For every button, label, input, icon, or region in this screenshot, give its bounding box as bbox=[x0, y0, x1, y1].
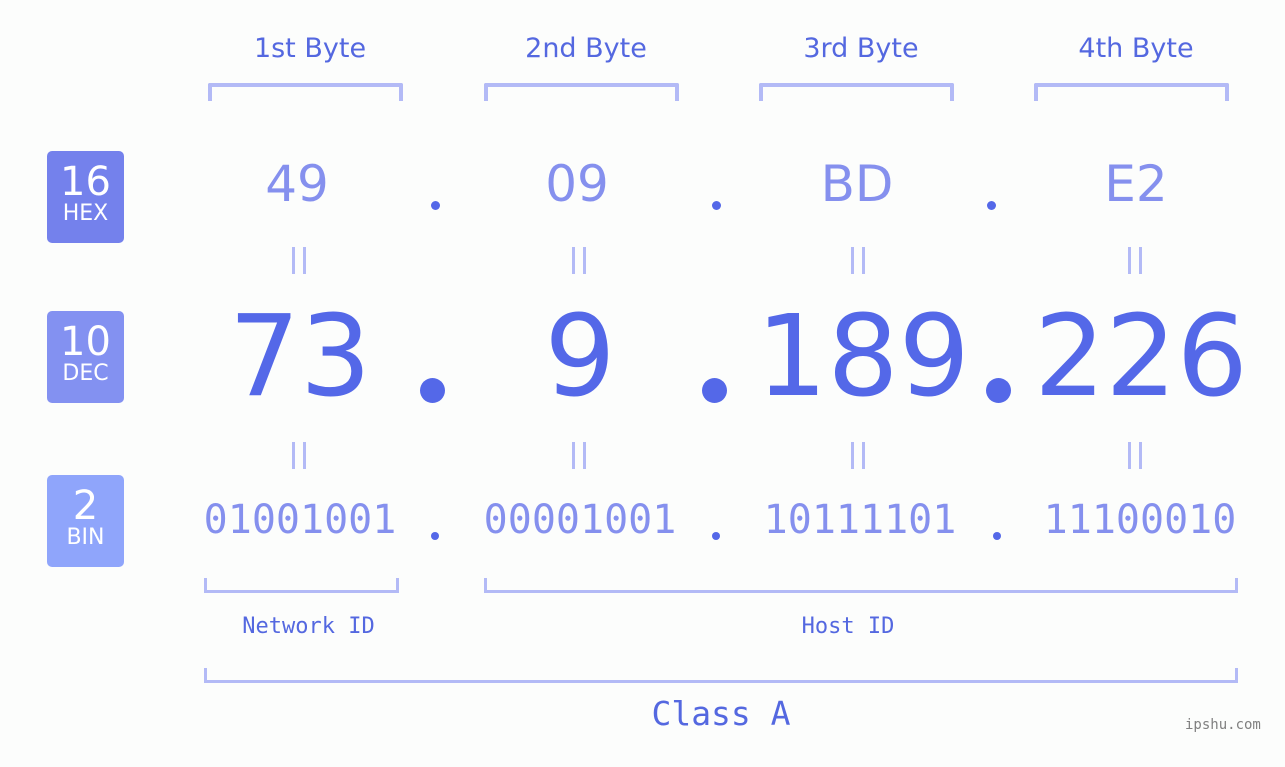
bin-dot-separator bbox=[431, 532, 439, 540]
byte-bracket-3 bbox=[759, 83, 954, 101]
bin-value-4: 11100010 bbox=[1043, 497, 1237, 543]
equals-marker bbox=[1128, 442, 1142, 469]
equals-marker bbox=[292, 247, 306, 274]
dec-value-4: 226 bbox=[1034, 292, 1248, 422]
dec-badge-base: 10 bbox=[60, 319, 111, 365]
hex-value-2: 09 bbox=[545, 155, 609, 213]
hex-value-3: BD bbox=[820, 155, 894, 213]
byte-header-4: 4th Byte bbox=[1078, 33, 1194, 64]
host-id-bracket bbox=[484, 578, 1238, 593]
bin-value-3: 10111101 bbox=[763, 497, 957, 543]
bin-value-1: 01001001 bbox=[203, 497, 397, 543]
bin-dot-separator bbox=[712, 532, 720, 540]
byte-header-3: 3rd Byte bbox=[803, 33, 919, 64]
network-id-label: Network ID bbox=[242, 614, 375, 639]
dec-badge: 10 DEC bbox=[47, 311, 124, 403]
byte-bracket-4 bbox=[1034, 83, 1229, 101]
dec-value-2: 9 bbox=[544, 292, 616, 422]
dec-dot-separator bbox=[986, 378, 1011, 403]
hex-badge: 16 HEX bbox=[47, 151, 124, 243]
hex-badge-label: HEX bbox=[62, 201, 109, 226]
equals-marker bbox=[572, 442, 586, 469]
class-bracket bbox=[204, 668, 1238, 683]
equals-marker bbox=[851, 247, 865, 274]
bin-badge: 2 BIN bbox=[47, 475, 124, 567]
bin-dot-separator bbox=[993, 532, 1001, 540]
hex-dot-separator bbox=[987, 201, 996, 210]
hex-value-4: E2 bbox=[1104, 155, 1168, 213]
hex-dot-separator bbox=[712, 201, 721, 210]
bin-value-2: 00001001 bbox=[483, 497, 677, 543]
dec-value-3: 189 bbox=[756, 292, 970, 422]
byte-header-2: 2nd Byte bbox=[525, 33, 647, 64]
watermark: ipshu.com bbox=[1185, 717, 1261, 733]
bin-badge-label: BIN bbox=[66, 525, 105, 550]
dec-badge-label: DEC bbox=[62, 361, 109, 386]
dec-dot-separator bbox=[420, 378, 445, 403]
class-label: Class A bbox=[651, 694, 791, 733]
host-id-label: Host ID bbox=[801, 614, 895, 639]
hex-dot-separator bbox=[431, 201, 440, 210]
byte-bracket-1 bbox=[208, 83, 403, 101]
equals-marker bbox=[572, 247, 586, 274]
equals-marker bbox=[1128, 247, 1142, 274]
hex-badge-base: 16 bbox=[60, 159, 111, 205]
dec-value-1: 73 bbox=[228, 292, 372, 422]
equals-marker bbox=[851, 442, 865, 469]
equals-marker bbox=[292, 442, 306, 469]
dec-dot-separator bbox=[702, 378, 727, 403]
network-id-bracket bbox=[204, 578, 399, 593]
hex-value-1: 49 bbox=[265, 155, 329, 213]
bin-badge-base: 2 bbox=[72, 483, 99, 529]
byte-bracket-2 bbox=[484, 83, 679, 101]
byte-header-1: 1st Byte bbox=[253, 33, 367, 64]
